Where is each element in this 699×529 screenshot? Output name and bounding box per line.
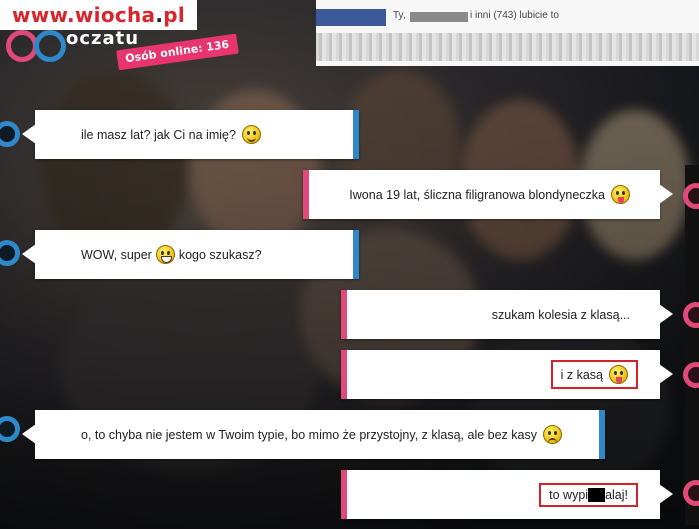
chat-message-partner: Iwona 19 lat, śliczna filigranowa blondy…: [303, 170, 673, 219]
message-text: o, to chyba nie jestem w Twoim typie, bo…: [81, 427, 537, 442]
grin-emoji-icon: [155, 245, 175, 264]
chat-message-user: ile masz lat? jak Ci na imię?: [22, 110, 359, 159]
sad-emoji-icon: [542, 425, 562, 444]
censor-bar: [588, 487, 606, 502]
facebook-faces-blurred: [316, 33, 699, 61]
chat-message-partner: szukam kolesia z klasą...: [341, 290, 673, 339]
watermark: www. wiocha. pl: [0, 0, 197, 30]
tongue-emoji-icon: [609, 365, 628, 384]
message-text-after: alaj!: [605, 487, 628, 502]
right-edge-panel: [685, 165, 699, 525]
chat-message-partner: i z kasą: [341, 350, 673, 399]
message-text: szukam kolesia z klasą...: [491, 307, 630, 322]
facebook-like-text-pre: Ty,: [393, 10, 406, 21]
message-text-before: WOW, super: [81, 247, 152, 262]
wink-emoji-icon: [611, 185, 630, 204]
logo-ring-blue: [34, 30, 66, 62]
message-text: Iwona 19 lat, śliczna filigranowa blondy…: [349, 187, 605, 202]
message-text-after: kogo szukasz?: [178, 247, 262, 262]
smile-emoji-icon: [241, 125, 261, 144]
chat-message-user: o, to chyba nie jestem w Twoim typie, bo…: [22, 410, 605, 459]
highlight-box: i z kasą: [550, 360, 638, 389]
chat-message-user: WOW, super kogo szukasz?: [22, 230, 359, 279]
logo-text[interactable]: oczatu: [66, 28, 139, 49]
redacted-name: [410, 12, 468, 22]
facebook-like-text-post: i inni (743) lubicie to: [470, 10, 559, 21]
message-text-before: to wypi: [549, 487, 589, 502]
message-text: i z kasą: [560, 367, 603, 382]
message-text: ile masz lat? jak Ci na imię?: [81, 127, 236, 142]
highlight-box: to wypi alaj!: [539, 482, 638, 507]
chat-message-partner: to wypi alaj!: [341, 470, 673, 519]
facebook-like-button[interactable]: [316, 9, 386, 26]
